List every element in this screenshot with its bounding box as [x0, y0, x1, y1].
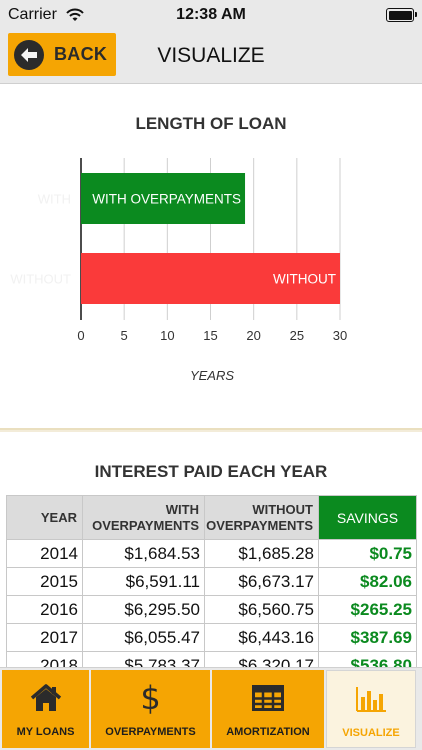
without-overpayments-cell: $1,685.28 [204, 539, 319, 568]
home-icon [30, 682, 62, 714]
interest-table: YEAR WITH OVERPAYMENTS WITHOUT OVERPAYMENT… [6, 495, 417, 680]
table-grid-icon [252, 682, 284, 714]
x-tick-label: 0 [77, 328, 84, 343]
year-cell: 2017 [6, 623, 83, 652]
with-overpayments-cell: $1,684.53 [82, 539, 205, 568]
y-category-label: WITHOUT [10, 272, 71, 287]
savings-cell: $265.25 [318, 595, 417, 624]
length-of-loan-chart: LENGTH OF LOAN 0 5 10 15 20 25 30 WITH WITH OVER… [0, 84, 422, 430]
tab-amortization[interactable]: AMORTIZATION [212, 670, 324, 748]
savings-cell: $387.69 [318, 623, 417, 652]
tab-bar: MY LOANS $ OVERPAYMENTS AMORTIZATION VIS… [0, 667, 422, 750]
table-row: 2016 $6,295.50 $6,560.75 $265.25 [6, 595, 417, 624]
x-tick-label: 10 [160, 328, 174, 343]
table-header-row: YEAR WITH OVERPAYMENTS WITHOUT OVERPAYMENT… [6, 495, 417, 540]
x-tick-label: 5 [121, 328, 128, 343]
savings-cell: $0.75 [318, 539, 417, 568]
tab-label: OVERPAYMENTS [105, 726, 196, 738]
table-title: INTEREST PAID EACH YEAR [94, 462, 328, 481]
arrow-left-icon [14, 39, 44, 70]
x-tick-label: 20 [246, 328, 260, 343]
battery-icon [386, 8, 417, 22]
without-overpayments-cell: $6,560.75 [204, 595, 319, 624]
section-divider-shadow [0, 430, 422, 432]
year-cell: 2016 [6, 595, 83, 624]
bar-label: WITH OVERPAYMENTS [92, 192, 241, 207]
table-row: 2015 $6,591.11 $6,673.17 $82.06 [6, 567, 417, 596]
column-header-without-overpayments: WITHOUT OVERPAYMENTS [204, 495, 319, 540]
tab-my-loans[interactable]: MY LOANS [2, 670, 89, 748]
column-header-with-overpayments: WITH OVERPAYMENTS [82, 495, 205, 540]
tab-overpayments[interactable]: $ OVERPAYMENTS [91, 670, 210, 748]
table-row: 2017 $6,055.47 $6,443.16 $387.69 [6, 623, 417, 652]
tab-label: AMORTIZATION [226, 726, 310, 738]
tab-visualize[interactable]: VISUALIZE [326, 670, 416, 748]
with-overpayments-cell: $6,055.47 [82, 623, 205, 652]
year-cell: 2014 [6, 539, 83, 568]
x-axis-label: YEARS [190, 368, 234, 383]
column-header-year: YEAR [6, 495, 83, 540]
savings-cell: $82.06 [318, 567, 417, 596]
back-label: BACK [54, 44, 108, 64]
chart-plot: 0 5 10 15 20 25 30 WITH WITH OVERPAYMENTS WITHOUT… [10, 158, 347, 383]
app-screen: Carrier 12:38 AM VISUALIZE BACK LENGTH O… [0, 0, 422, 750]
column-header-savings: SAVINGS [318, 495, 417, 540]
y-category-label: WITH [38, 192, 71, 207]
tab-label: MY LOANS [16, 726, 75, 738]
bar-chart-icon [355, 683, 387, 715]
status-bar: Carrier 12:38 AM [0, 0, 422, 30]
without-overpayments-cell: $6,673.17 [204, 567, 319, 596]
back-button[interactable]: BACK [8, 33, 116, 76]
x-tick-label: 15 [203, 328, 217, 343]
clock: 12:38 AM [176, 6, 246, 23]
bar-label: WITHOUT [273, 272, 336, 287]
x-tick-label: 25 [290, 328, 304, 343]
table-row: 2014 $1,684.53 $1,685.28 $0.75 [6, 539, 417, 568]
year-cell: 2015 [6, 567, 83, 596]
dollar-icon: $ [140, 679, 161, 717]
navigation-bar: VISUALIZE BACK [0, 30, 422, 84]
without-overpayments-cell: $6,443.16 [204, 623, 319, 652]
x-tick-label: 30 [333, 328, 347, 343]
with-overpayments-cell: $6,295.50 [82, 595, 205, 624]
tab-label: VISUALIZE [342, 727, 400, 739]
with-overpayments-cell: $6,591.11 [82, 567, 205, 596]
